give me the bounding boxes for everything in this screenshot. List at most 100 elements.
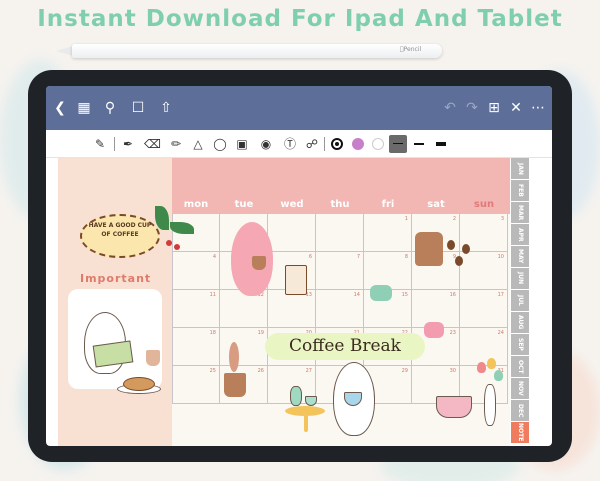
date-number: 2 bbox=[452, 216, 456, 222]
month-tab-sep[interactable]: SEP bbox=[511, 334, 529, 356]
day-label-fri: fri bbox=[381, 199, 395, 210]
month-tab-jan[interactable]: JAN bbox=[511, 158, 529, 180]
camera-icon[interactable]: ◉ bbox=[258, 136, 274, 152]
date-number: 7 bbox=[356, 254, 360, 260]
stroke-medium[interactable] bbox=[414, 143, 424, 145]
date-number: 26 bbox=[257, 368, 264, 374]
drawing-toolbar: ✎ ✒ ⌫ ✏ △ ◯ ▣ ◉ Ⓣ ☍ bbox=[46, 130, 552, 158]
month-tab-aug[interactable]: AUG bbox=[511, 312, 529, 334]
tulip-sticker bbox=[494, 370, 503, 381]
date-number: 14 bbox=[353, 292, 360, 298]
croissant-sticker bbox=[123, 377, 155, 391]
calendar-day-cell[interactable]: 14 bbox=[316, 290, 364, 328]
calendar-day-cell[interactable]: 8 bbox=[364, 252, 412, 290]
thin-line bbox=[393, 143, 403, 144]
berry-sticker bbox=[174, 244, 180, 250]
image-icon[interactable]: ▣ bbox=[234, 136, 250, 152]
add-page-icon[interactable]: ⊞ bbox=[486, 100, 502, 116]
date-number: 11 bbox=[209, 292, 216, 298]
promo-headline: Instant Download For Ipad And Tablet bbox=[37, 6, 563, 32]
highlighter-icon[interactable]: ✏ bbox=[168, 136, 184, 152]
text-icon[interactable]: Ⓣ bbox=[282, 136, 298, 152]
month-tab-jun[interactable]: JUN bbox=[511, 268, 529, 290]
link-icon[interactable]: ☍ bbox=[304, 136, 320, 152]
calendar-day-cell[interactable] bbox=[316, 214, 364, 252]
month-tab-jul[interactable]: JUL bbox=[511, 290, 529, 312]
more-icon[interactable]: ⋯ bbox=[530, 100, 546, 116]
pencil-tip bbox=[56, 46, 73, 56]
calendar-day-cell[interactable]: 13 bbox=[268, 290, 316, 328]
table-sticker bbox=[285, 406, 325, 416]
calendar-day-cell[interactable]: 7 bbox=[316, 252, 364, 290]
coffee-break-text: Coffee Break bbox=[289, 336, 401, 356]
tulip-sticker bbox=[487, 358, 496, 369]
grid-icon[interactable]: ▦ bbox=[76, 100, 92, 116]
day-label-sun: sun bbox=[473, 199, 495, 210]
bottle-sticker bbox=[290, 386, 302, 406]
pen-icon[interactable]: ✒ bbox=[120, 136, 136, 152]
month-tab-dec[interactable]: DEC bbox=[511, 400, 529, 422]
important-label: Important bbox=[80, 272, 152, 285]
calendar-day-cell[interactable]: 4 bbox=[172, 252, 220, 290]
date-number: 3 bbox=[500, 216, 504, 222]
date-number: 19 bbox=[257, 330, 264, 336]
color-black-selected[interactable] bbox=[331, 138, 343, 150]
read-mode-icon[interactable]: ✎ bbox=[92, 136, 108, 152]
mug-sticker bbox=[146, 350, 160, 366]
berry-sticker bbox=[166, 240, 172, 246]
share-icon[interactable]: ⇧ bbox=[158, 100, 174, 116]
lasso-icon[interactable]: ◯ bbox=[212, 136, 228, 152]
calendar-day-cell[interactable]: 17 bbox=[460, 290, 508, 328]
month-tab-feb[interactable]: FEB bbox=[511, 180, 529, 202]
apple-pencil-image bbox=[72, 44, 442, 58]
calendar-day-cell[interactable]: 24 bbox=[460, 328, 508, 366]
calendar-day-cell[interactable]: 10 bbox=[460, 252, 508, 290]
date-number: 15 bbox=[401, 292, 408, 298]
coffee-bag-sticker bbox=[285, 265, 307, 295]
color-purple[interactable] bbox=[352, 138, 364, 150]
pink-teacup-sticker bbox=[436, 396, 472, 418]
month-tab-oct[interactable]: OCT bbox=[511, 356, 529, 378]
calendar-day-cell[interactable]: 11 bbox=[172, 290, 220, 328]
coffee-quote-text: HAVE A GOOD CUP OF COFFEE bbox=[88, 222, 152, 238]
day-label-mon: mon bbox=[183, 199, 209, 210]
undo-icon[interactable]: ↶ bbox=[442, 100, 458, 116]
calendar-day-cell[interactable]: 18 bbox=[172, 328, 220, 366]
pencil-brand-label: Pencil bbox=[400, 46, 421, 53]
search-icon[interactable]: ⚲ bbox=[102, 100, 118, 116]
month-tab-nov[interactable]: NOV bbox=[511, 378, 529, 400]
eraser-icon[interactable]: ⌫ bbox=[144, 136, 161, 152]
color-black-dot bbox=[335, 142, 339, 146]
stroke-thin-selected[interactable] bbox=[389, 135, 407, 153]
month-tab-may[interactable]: MAY bbox=[511, 246, 529, 268]
date-number: 18 bbox=[209, 330, 216, 336]
shapes-icon[interactable]: △ bbox=[190, 136, 206, 152]
day-label-tue: tue bbox=[234, 199, 254, 210]
back-icon[interactable]: ❮ bbox=[52, 100, 68, 116]
calendar-day-cell[interactable]: 19 bbox=[220, 328, 268, 366]
coffee-bean-sticker bbox=[462, 244, 470, 254]
coffee-cup-sticker bbox=[252, 256, 266, 270]
date-number: 25 bbox=[209, 368, 216, 374]
stroke-thick[interactable] bbox=[436, 142, 446, 146]
redo-icon[interactable]: ↷ bbox=[464, 100, 480, 116]
calendar-day-cell[interactable]: 25 bbox=[172, 366, 220, 404]
toolbar-divider bbox=[324, 137, 325, 151]
date-number: 10 bbox=[497, 254, 504, 260]
calendar-day-cell[interactable] bbox=[268, 214, 316, 252]
month-tab-mar[interactable]: MAR bbox=[511, 202, 529, 224]
date-number: 16 bbox=[449, 292, 456, 298]
color-white[interactable] bbox=[372, 138, 384, 150]
close-icon[interactable]: ✕ bbox=[508, 100, 524, 116]
bookmark-icon[interactable]: ☐ bbox=[130, 100, 146, 116]
month-tab-note[interactable]: NOTE bbox=[511, 422, 529, 444]
coffee-pot-sticker bbox=[415, 232, 443, 266]
date-number: 27 bbox=[305, 368, 312, 374]
calendar-day-cell[interactable]: 12 bbox=[220, 290, 268, 328]
day-label-sat: sat bbox=[427, 199, 445, 210]
calendar-day-cell[interactable]: 1 bbox=[364, 214, 412, 252]
mint-macaron-sticker bbox=[370, 285, 392, 301]
month-tab-apr[interactable]: APR bbox=[511, 224, 529, 246]
latte-mug-sticker bbox=[224, 373, 246, 397]
date-number: 24 bbox=[497, 330, 504, 336]
